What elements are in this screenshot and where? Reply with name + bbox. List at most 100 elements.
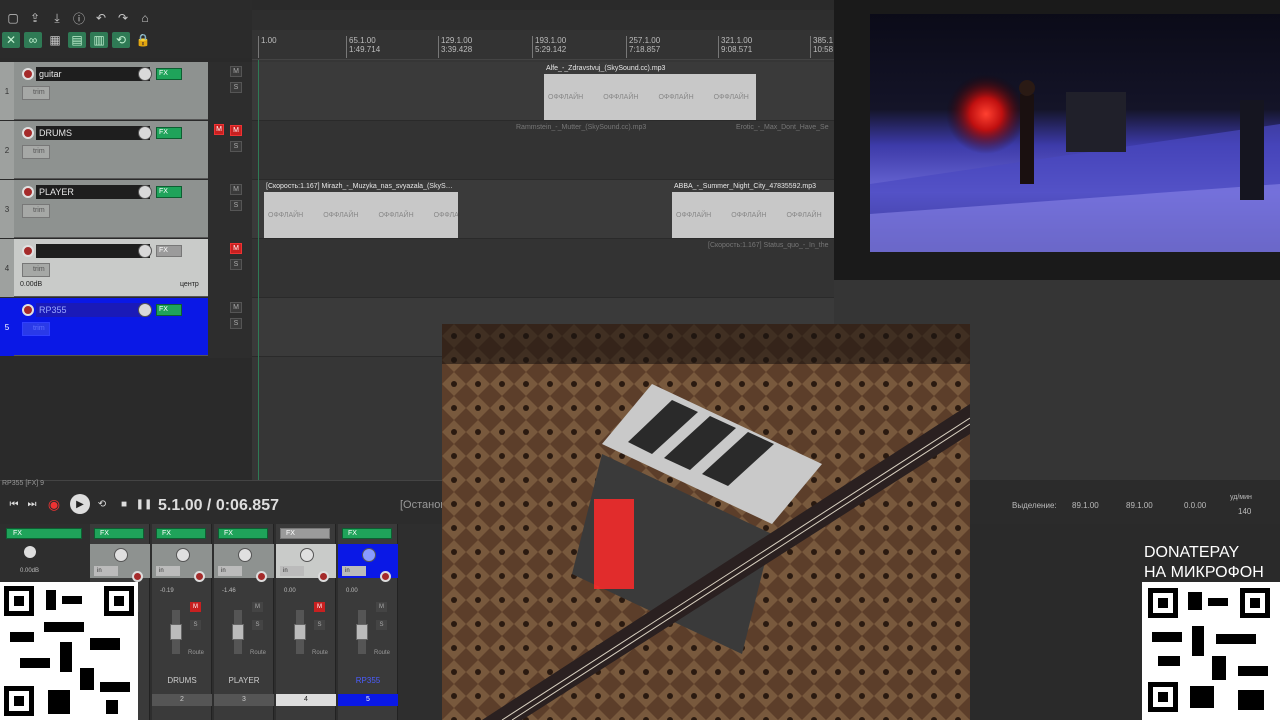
redo-icon[interactable]: ↷ — [114, 10, 132, 26]
grid-snap-icon[interactable]: ✕ — [2, 32, 20, 48]
route-button[interactable]: Route — [312, 650, 328, 656]
fx-button[interactable]: FX — [156, 186, 182, 198]
ripple-icon[interactable]: ▤ — [68, 32, 86, 48]
track-1[interactable]: 1 guitar FX trim — [0, 62, 208, 120]
mixer-strip-4[interactable]: FX in 0.00 M S Route 4 — [276, 524, 336, 720]
fx-button[interactable]: FX — [156, 304, 182, 316]
input-select[interactable]: in — [342, 566, 366, 576]
route-button[interactable]: Route — [374, 650, 390, 656]
trim-button[interactable]: trim — [22, 86, 50, 100]
fx-button[interactable]: FX — [156, 245, 182, 257]
volume-fader[interactable] — [232, 624, 244, 640]
fx-button[interactable]: FX — [156, 127, 182, 139]
mute-button[interactable]: M — [230, 125, 242, 136]
fx-button[interactable]: FX — [94, 528, 144, 539]
save-project-icon[interactable]: ⤓ — [48, 10, 66, 26]
record-arm-icon[interactable] — [22, 68, 34, 80]
mute-button[interactable]: M — [190, 602, 201, 612]
open-project-icon[interactable]: ⇪ — [26, 10, 44, 26]
media-item-mirazh[interactable]: [Скорость:1.167] Mirazh_-_Muzyka_nas_svy… — [264, 182, 458, 240]
mute-button[interactable]: M — [376, 602, 387, 612]
volume-knob[interactable] — [138, 303, 152, 317]
solo-button[interactable]: S — [230, 200, 242, 211]
track-4[interactable]: 4 FX trim 0.00dB центр — [0, 239, 208, 297]
lock-icon[interactable]: 🔒 — [134, 32, 152, 48]
selection-length[interactable]: 0.0.00 — [1184, 501, 1206, 510]
trim-button[interactable]: trim — [22, 204, 50, 218]
track-name-field[interactable]: guitar — [36, 67, 150, 81]
link-icon[interactable]: ∞ — [24, 32, 42, 48]
selection-end[interactable]: 89.1.00 — [1126, 501, 1153, 510]
volume-fader[interactable] — [356, 624, 368, 640]
solo-button[interactable]: S — [230, 141, 242, 152]
mute-button[interactable]: M — [230, 243, 242, 254]
grid-icon[interactable]: ▦ — [46, 32, 64, 48]
record-icon[interactable]: ◉ — [46, 496, 62, 512]
pan-knob[interactable] — [300, 548, 314, 562]
play-icon[interactable]: ▶ — [70, 494, 90, 514]
pan-knob[interactable] — [362, 548, 376, 562]
fx-button[interactable]: FX — [156, 68, 182, 80]
record-arm-icon[interactable] — [22, 186, 34, 198]
trim-button[interactable]: trim — [22, 145, 50, 159]
record-arm-icon[interactable] — [380, 571, 391, 582]
solo-button[interactable]: S — [230, 318, 242, 329]
go-to-end-icon[interactable]: ⏭ — [24, 496, 40, 512]
track-2[interactable]: 2 DRUMS FX trim — [0, 121, 208, 179]
fx-button[interactable]: FX — [342, 528, 392, 539]
track-name-field[interactable]: DRUMS — [36, 126, 150, 140]
qr-code-right[interactable] — [1142, 582, 1280, 720]
new-project-icon[interactable]: ▢ — [4, 10, 22, 26]
track-name-field[interactable]: PLAYER — [36, 185, 150, 199]
volume-fader[interactable] — [294, 624, 306, 640]
media-item-alfe[interactable]: Alfe_-_Zdravstvuj_(SkySound.cc).mp3 ОФФЛ… — [544, 64, 756, 122]
mixer-strip-3[interactable]: FX in -1.46 M S Route PLAYER 3 — [214, 524, 274, 720]
project-settings-icon[interactable]: ⓘ — [70, 10, 88, 26]
loop-icon[interactable]: ⟲ — [112, 32, 130, 48]
solo-button[interactable]: S — [230, 259, 242, 270]
record-arm-icon[interactable] — [22, 304, 34, 316]
volume-knob[interactable] — [138, 244, 152, 258]
bpm-value[interactable]: 140 — [1238, 507, 1251, 516]
master-fx-button[interactable]: FX — [6, 528, 82, 539]
loop-icon[interactable]: ⟲ — [94, 496, 110, 512]
input-select[interactable]: in — [280, 566, 304, 576]
record-arm-icon[interactable] — [132, 571, 143, 582]
solo-button[interactable]: S — [230, 82, 242, 93]
go-to-start-icon[interactable]: ⏮ — [6, 496, 22, 512]
record-arm-icon[interactable] — [22, 245, 34, 257]
timeline-ruler[interactable]: 1.00 65.1.00 1:49.714 129.1.00 3:39.428 19… — [252, 30, 834, 60]
record-arm-icon[interactable] — [22, 127, 34, 139]
mute-button[interactable]: M — [230, 66, 242, 77]
metronome-icon[interactable]: ⌂ — [136, 10, 154, 26]
volume-knob[interactable] — [138, 126, 152, 140]
fx-button[interactable]: FX — [218, 528, 268, 539]
pan-knob[interactable] — [238, 548, 252, 562]
undo-icon[interactable]: ↶ — [92, 10, 110, 26]
trim-button[interactable]: trim — [22, 322, 50, 336]
media-item-abba[interactable]: ABBA_-_Summer_Night_City_47835592.mp3 ОФ… — [672, 182, 834, 240]
solo-button[interactable]: S — [252, 620, 263, 630]
record-arm-icon[interactable] — [318, 571, 329, 582]
track-3[interactable]: 3 PLAYER FX trim — [0, 180, 208, 238]
mixer-strip-5[interactable]: FX in 0.00 M S Route RP355 5 — [338, 524, 398, 720]
solo-button[interactable]: S — [314, 620, 325, 630]
fx-button[interactable]: FX — [280, 528, 330, 539]
volume-fader[interactable] — [170, 624, 182, 640]
mixer-strip-2[interactable]: FX in -0.19 M S Route DRUMS 2 — [152, 524, 212, 720]
input-select[interactable]: in — [94, 566, 118, 576]
solo-button[interactable]: S — [190, 620, 201, 630]
route-button[interactable]: Route — [188, 650, 204, 656]
mute-button[interactable]: M — [314, 602, 325, 612]
input-select[interactable]: in — [218, 566, 242, 576]
track-name-field[interactable]: RP355 — [36, 303, 150, 317]
record-arm-icon[interactable] — [256, 571, 267, 582]
fx-button[interactable]: FX — [156, 528, 206, 539]
trim-button[interactable]: trim — [22, 263, 50, 277]
qr-code-left[interactable] — [0, 582, 138, 720]
playhead-cursor[interactable] — [258, 60, 259, 480]
pause-icon[interactable]: ❚❚ — [136, 496, 153, 512]
record-arm-icon[interactable] — [194, 571, 205, 582]
input-select[interactable]: in — [156, 566, 180, 576]
mute-button[interactable]: M — [230, 302, 242, 313]
